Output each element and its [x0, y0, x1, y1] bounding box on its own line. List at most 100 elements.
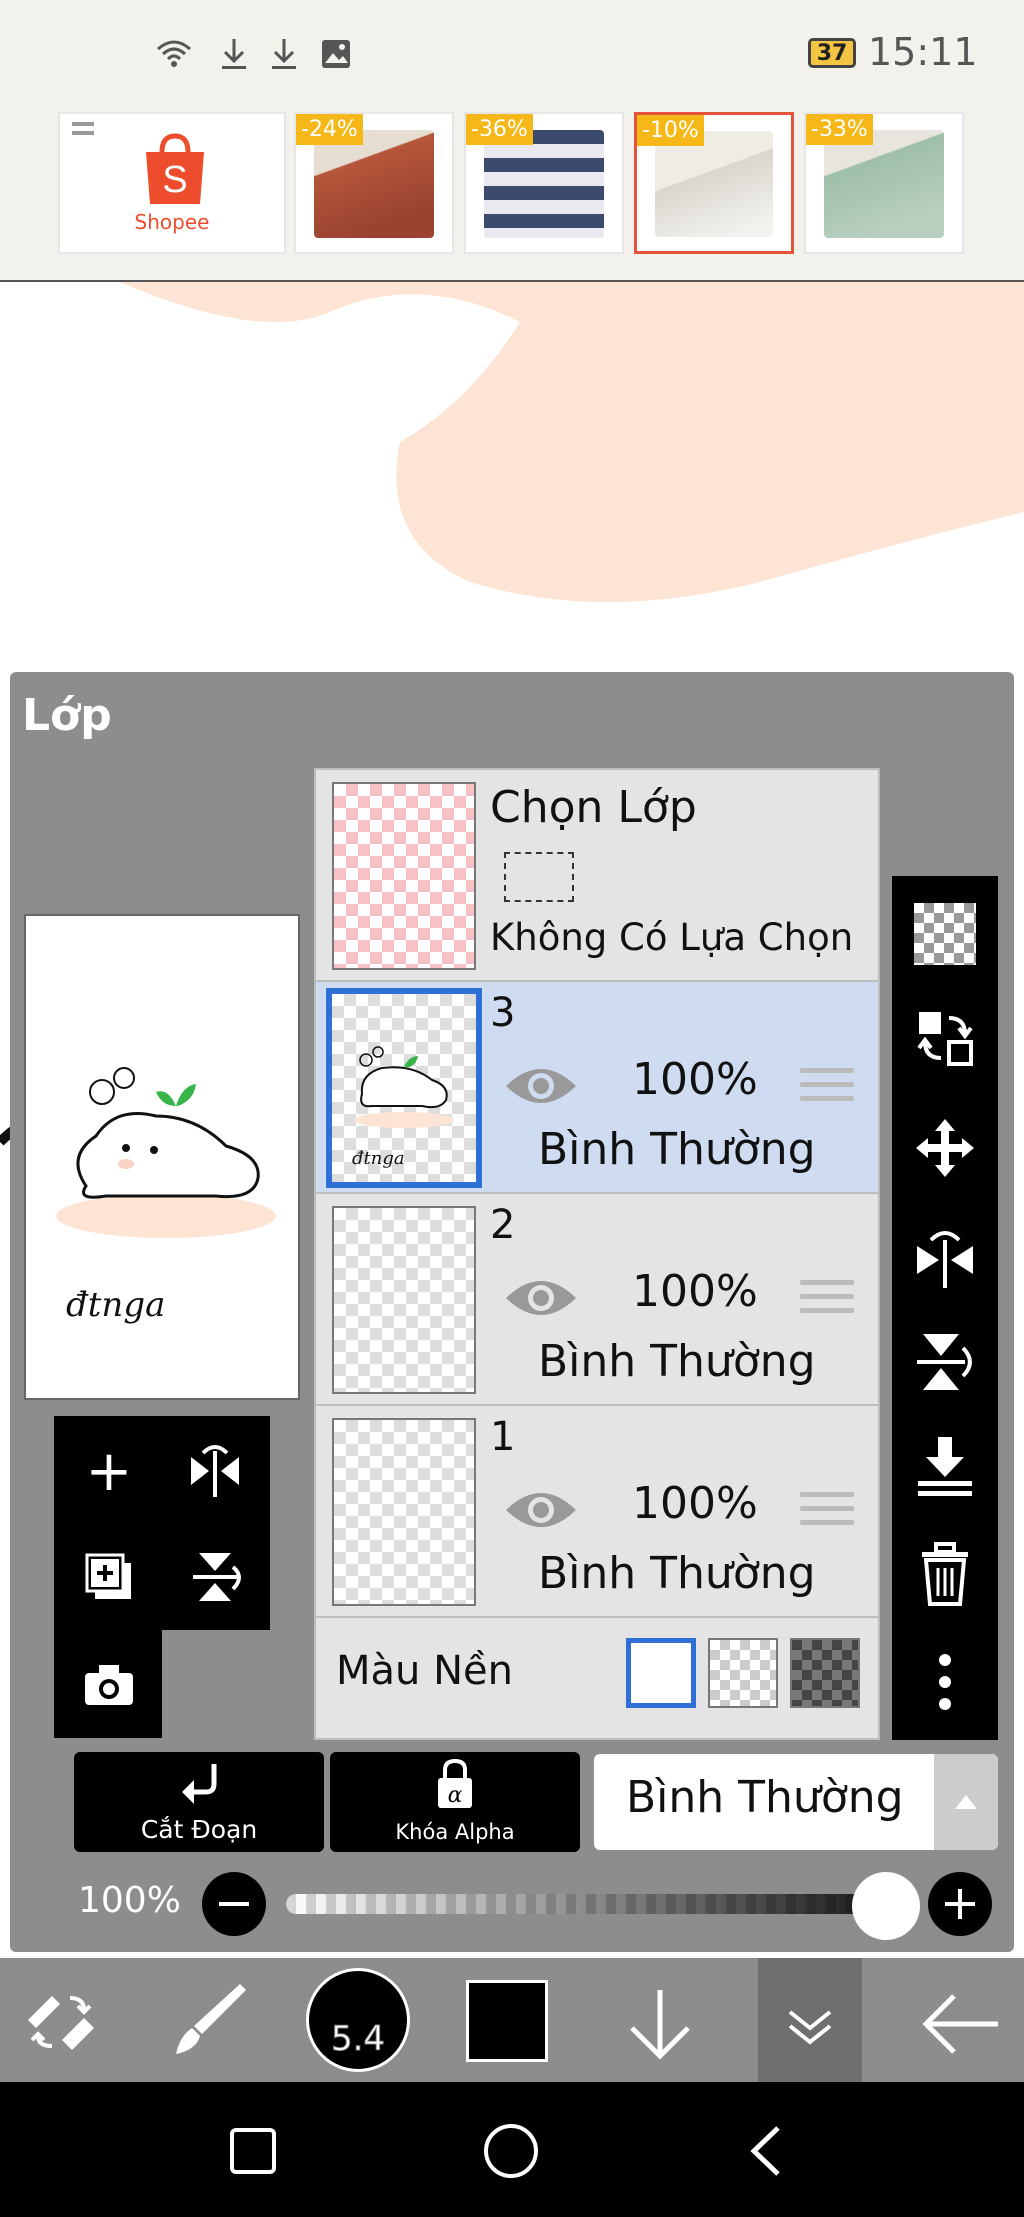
svg-text:α: α [448, 1783, 463, 1808]
transfer-layer-icon[interactable] [892, 988, 998, 1088]
color-swatch[interactable] [466, 1980, 548, 2062]
drag-handle-icon[interactable] [800, 1068, 854, 1108]
product-image [655, 131, 773, 237]
background-white-swatch[interactable] [626, 1638, 696, 1708]
blend-mode-value: Bình Thường [626, 1772, 904, 1823]
duplicate-layer-icon[interactable] [64, 1532, 154, 1622]
add-layer-icon[interactable]: + [64, 1426, 154, 1516]
layer-thumbnail [332, 1418, 476, 1606]
ad-product[interactable]: -10% [634, 112, 794, 254]
back-icon[interactable] [746, 2124, 786, 2178]
ad-product[interactable]: -33% [804, 112, 964, 254]
layer-number: 2 [490, 1202, 516, 1248]
flip-vertical-icon[interactable] [170, 1532, 260, 1622]
chevron-up-icon[interactable] [934, 1754, 998, 1850]
flip-horizontal-icon[interactable] [892, 1208, 998, 1308]
discount-badge: -33% [806, 114, 873, 145]
camera-icon[interactable] [64, 1640, 154, 1730]
background-color-label: Màu Nền [336, 1648, 513, 1694]
wifi-icon [154, 34, 194, 74]
background-color-row: Màu Nền [316, 1618, 878, 1738]
layer-opacity: 100% [632, 1478, 758, 1529]
selection-layer-title: Chọn Lớp [490, 782, 697, 833]
trash-icon[interactable] [892, 1524, 998, 1624]
menu-icon [72, 122, 94, 135]
layer-opacity: 100% [632, 1266, 758, 1317]
discount-badge: -24% [296, 114, 363, 145]
home-icon[interactable] [484, 2124, 538, 2178]
bottom-toolbar: 5.4 [0, 1958, 1024, 2082]
image-icon [316, 34, 356, 74]
product-image [824, 130, 944, 238]
drag-handle-icon[interactable] [800, 1280, 854, 1320]
shopee-ad-logo[interactable]: S Shopee [58, 112, 286, 254]
selection-marquee-icon [504, 852, 574, 902]
selection-layer-subtitle: Không Có Lựa Chọn [490, 916, 854, 959]
more-options-icon[interactable] [892, 1632, 998, 1732]
layer-opacity: 100% [632, 1054, 758, 1105]
preview-artwork: đtnga [56, 1067, 276, 1325]
layer-thumbnail [332, 1206, 476, 1394]
brush-tool-icon[interactable] [166, 1978, 250, 2062]
background-transparent-swatch[interactable] [708, 1638, 778, 1708]
double-chevron-down-icon [788, 2010, 832, 2045]
eye-icon[interactable] [504, 1062, 578, 1110]
download-icon [264, 34, 304, 74]
product-image [314, 130, 434, 238]
discount-badge: -36% [466, 114, 533, 145]
clipping-label: Cắt Đoạn [140, 1815, 258, 1844]
system-navigation-bar [0, 2082, 1024, 2217]
clipping-button[interactable]: Cắt Đoạn [74, 1752, 324, 1852]
layer-number: 1 [490, 1414, 516, 1460]
brush-size-indicator[interactable]: 5.4 [306, 1968, 410, 2072]
brush-size-value: 5.4 [330, 2019, 386, 2060]
opacity-label: 100% [78, 1880, 181, 1921]
ad-product[interactable]: -36% [464, 112, 624, 254]
alpha-lock-label: Khóa Alpha [395, 1820, 515, 1844]
panel-title: Lớp [22, 690, 112, 741]
back-arrow-icon[interactable] [918, 1984, 1002, 2064]
drag-handle-icon[interactable] [800, 1492, 854, 1532]
move-icon[interactable] [892, 1098, 998, 1198]
layer-thumbnail: đtnga [326, 988, 482, 1188]
shopee-bag-icon: S [140, 132, 210, 208]
lock-icon: α [438, 1758, 472, 1808]
svg-text:S: S [162, 159, 187, 201]
layer-blend-mode: Bình Thường [538, 1124, 816, 1175]
flip-vertical-icon[interactable] [892, 1312, 998, 1412]
ad-product[interactable]: -24% [294, 112, 454, 254]
status-and-ad-area: 37 15:11 S Shopee -24% -36% -10% -33% [0, 0, 1024, 283]
alpha-lock-button[interactable]: α Khóa Alpha [330, 1752, 580, 1852]
transform-tool-icon[interactable] [22, 1980, 102, 2060]
clock: 15:11 [868, 30, 978, 74]
recents-icon[interactable] [230, 2128, 276, 2174]
eye-icon[interactable] [504, 1486, 578, 1534]
opacity-increase-button[interactable] [928, 1872, 992, 1936]
flip-horizontal-icon[interactable] [170, 1426, 260, 1516]
background-dark-swatch[interactable] [790, 1638, 860, 1708]
signature-text: đtnga [66, 1285, 165, 1325]
arrow-down-icon[interactable] [620, 1984, 700, 2064]
opacity-slider-thumb[interactable] [852, 1872, 920, 1940]
layers-button[interactable] [758, 1958, 862, 2082]
transparency-checker-icon[interactable] [892, 884, 998, 984]
right-tool-column [892, 876, 998, 1740]
eye-icon[interactable] [504, 1274, 578, 1322]
battery-indicator: 37 [808, 38, 856, 68]
shopee-brand-label: Shopee [134, 210, 210, 234]
layer-row[interactable]: 2 100% Bình Thường [316, 1194, 878, 1406]
layer-list: Chọn Lớp Không Có Lựa Chọn đtnga 3 100% … [314, 768, 880, 1740]
signature-text: đtnga [352, 1148, 405, 1169]
layer-blend-mode: Bình Thường [538, 1336, 816, 1387]
layer-blend-mode: Bình Thường [538, 1548, 816, 1599]
merge-down-icon[interactable] [892, 1416, 998, 1516]
layer-row[interactable]: 1 100% Bình Thường [316, 1406, 878, 1618]
opacity-decrease-button[interactable] [202, 1872, 266, 1936]
selection-layer-thumbnail [332, 782, 476, 970]
download-icon [214, 34, 254, 74]
canvas-preview[interactable]: đtnga [24, 914, 300, 1400]
ad-banner[interactable]: S Shopee -24% -36% -10% -33% [58, 112, 964, 254]
selection-layer-row[interactable]: Chọn Lớp Không Có Lựa Chọn [316, 770, 878, 982]
opacity-slider[interactable] [286, 1894, 886, 1914]
layer-row[interactable]: đtnga 3 100% Bình Thường [316, 982, 878, 1194]
